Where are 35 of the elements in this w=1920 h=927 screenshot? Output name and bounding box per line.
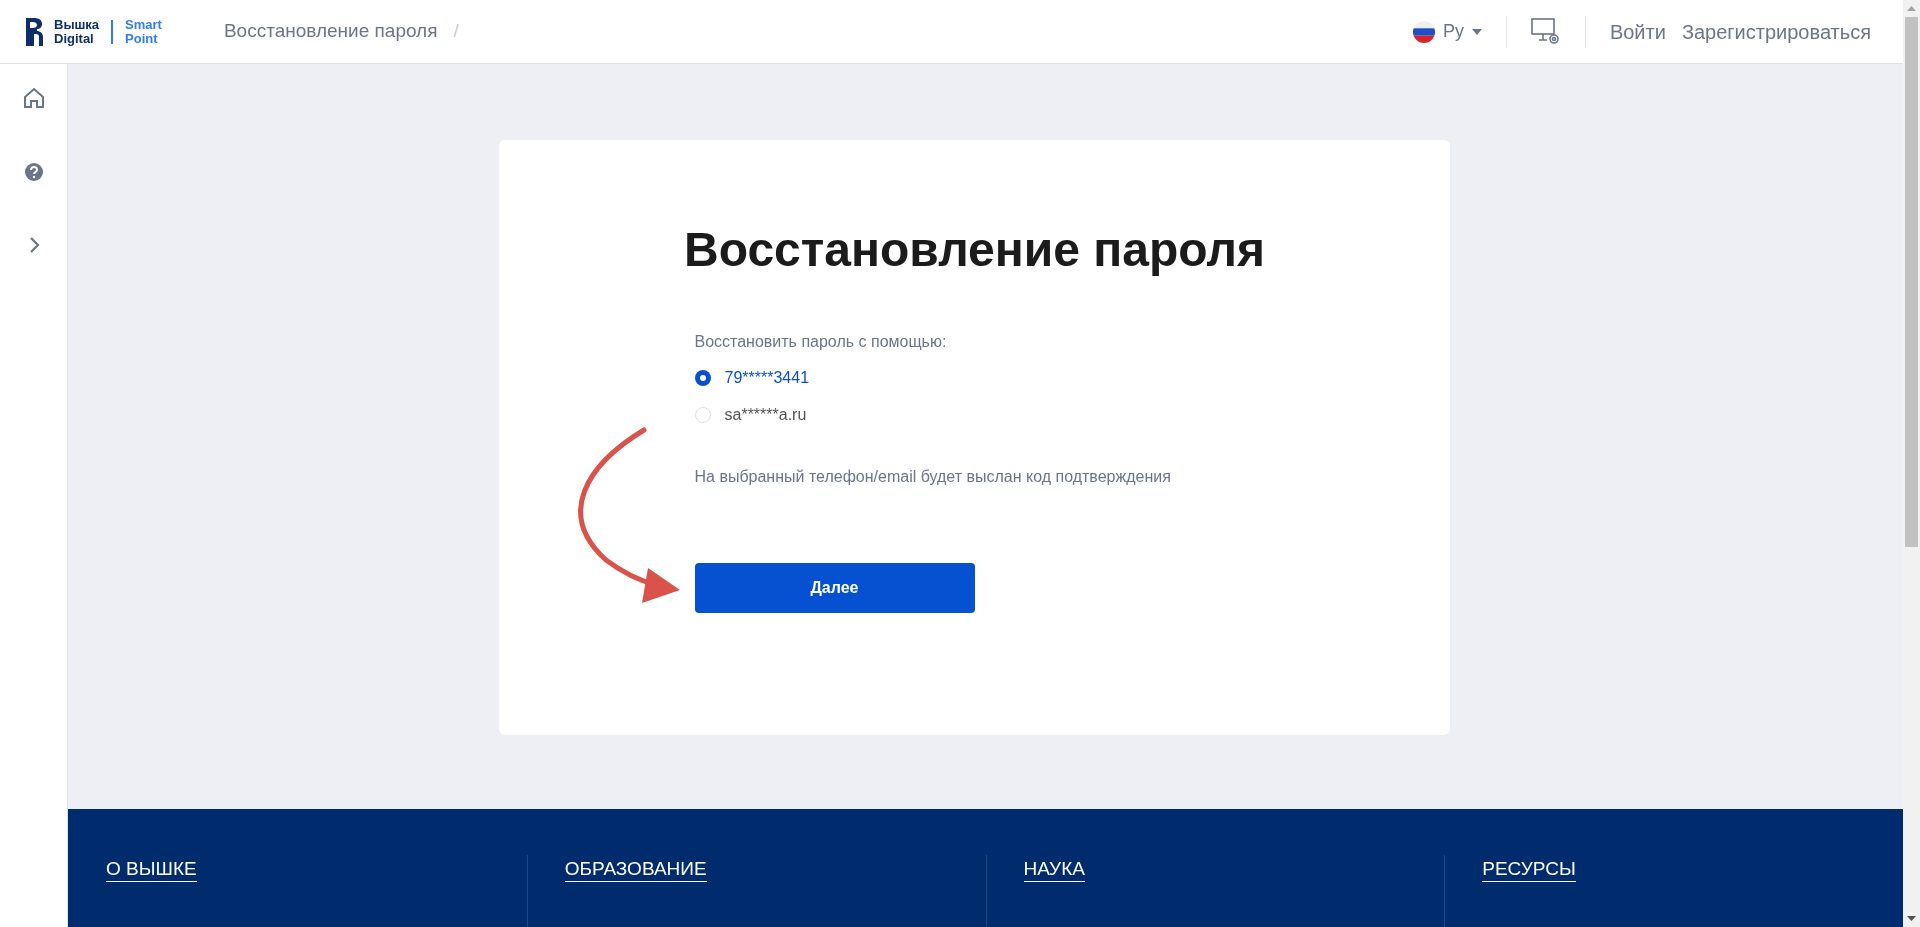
register-link[interactable]: Зарегистрироваться [1681,16,1871,47]
recovery-option[interactable]: sa******a.ru [694,403,807,427]
footer-section-link[interactable]: О ВЫШКЕ [106,858,197,882]
next-button[interactable]: Далее [694,563,975,613]
radio-button[interactable] [694,407,711,423]
logo[interactable]: Вышка Digital Smart Point [24,15,162,48]
recovery-option[interactable]: 79*****3441 [694,366,810,390]
logo-icon [24,15,46,48]
info-text: На выбранный телефон/email будет выслан код подтверждения [694,467,1172,487]
logo-text: Digital [54,31,95,46]
radio-button[interactable] [694,370,711,386]
footer-section-link[interactable]: ОБРАЗОВАНИЕ [564,858,707,882]
login-link[interactable]: Войти [1609,16,1666,47]
breadcrumb-separator: / [453,19,459,44]
logo-text: Point [125,31,159,46]
logo-text: Smart [125,17,162,32]
scrollbar-thumb[interactable] [1905,17,1918,547]
home-icon [21,86,46,110]
scroll-down-icon [1907,916,1916,921]
logo-text: Вышка [54,17,100,32]
language-selector[interactable]: Ру [1412,18,1482,45]
footer-section-link[interactable]: РЕСУРСЫ [1482,858,1576,882]
help-button[interactable] [22,162,45,184]
monitor-gear-icon [1530,17,1561,46]
help-icon [22,162,45,184]
scroll-up-icon [1907,6,1916,11]
russian-flag-icon [1412,20,1435,43]
caret-icon [1471,28,1482,35]
scrollbar[interactable] [1903,0,1920,927]
breadcrumb: Восстановление пароля [223,19,438,44]
method-prompt: Восстановить пароль с помощью: [694,332,948,352]
page-title: Восстановление пароля [684,222,1265,278]
footer-section-link[interactable]: НАУКА [1023,858,1085,882]
it-settings-button[interactable] [1530,17,1561,46]
home-button[interactable] [21,86,46,110]
